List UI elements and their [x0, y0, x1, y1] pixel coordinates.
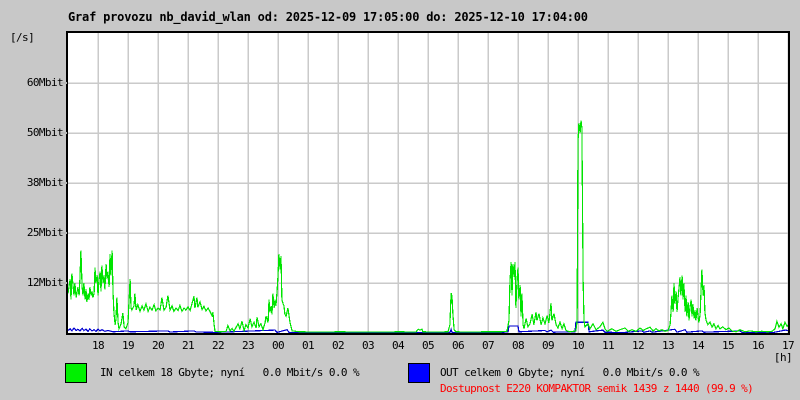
- plot-area: [66, 31, 790, 335]
- x-axis-tick-label: 21: [181, 339, 195, 352]
- x-axis-tick-label: 11: [601, 339, 615, 352]
- x-axis-tick-label: 12: [631, 339, 645, 352]
- y-axis-tick-label: 60Mbit: [26, 76, 64, 89]
- x-axis-tick-label: 13: [661, 339, 675, 352]
- y-axis-tick: [61, 282, 67, 284]
- out-legend-label: OUT celkem 0 Gbyte; nyní 0.0 Mbit/s 0.0 …: [440, 366, 700, 379]
- x-axis-tick-label: 04: [391, 339, 405, 352]
- y-axis-unit-label: [/s]: [10, 31, 35, 44]
- y-axis-tick: [61, 132, 67, 134]
- x-axis-tick-label: 20: [151, 339, 165, 352]
- y-axis-tick-label: 38Mbit: [26, 176, 64, 189]
- x-axis-tick-label: 22: [211, 339, 225, 352]
- out-legend-swatch: [408, 363, 430, 383]
- x-axis-tick-label: 19: [121, 339, 135, 352]
- x-axis-tick-label: 07: [481, 339, 495, 352]
- y-axis-tick-label: 25Mbit: [26, 226, 64, 239]
- x-axis-tick-label: 05: [421, 339, 435, 352]
- y-axis-tick: [61, 182, 67, 184]
- x-axis-tick-label: 08: [511, 339, 525, 352]
- x-axis-tick-label: 00: [271, 339, 285, 352]
- graph-title: Graf provozu nb_david_wlan od: 2025-12-0…: [68, 10, 588, 24]
- x-axis-tick-label: 23: [241, 339, 255, 352]
- x-axis-tick-label: 01: [301, 339, 315, 352]
- y-axis-tick-label: 12Mbit: [26, 276, 64, 289]
- availability-status: Dostupnost E220 KOMPAKTOR semik 1439 z 1…: [440, 382, 754, 395]
- x-axis-tick-label: 09: [541, 339, 555, 352]
- in-legend-swatch: [65, 363, 87, 383]
- x-axis-tick-label: 02: [331, 339, 345, 352]
- x-axis-tick-label: 06: [451, 339, 465, 352]
- x-axis-tick-label: 18: [91, 339, 105, 352]
- x-axis-tick-label: 10: [571, 339, 585, 352]
- y-axis-tick-label: 50Mbit: [26, 126, 64, 139]
- traffic-graph-page: { "title": "Graf provozu nb_david_wlan o…: [0, 0, 800, 400]
- y-axis-tick: [61, 232, 67, 234]
- x-axis-unit-label: [h]: [773, 351, 793, 364]
- x-axis-tick-label: 15: [721, 339, 735, 352]
- in-legend-label: IN celkem 18 Gbyte; nyní 0.0 Mbit/s 0.0 …: [100, 366, 360, 379]
- x-axis-tick-label: 03: [361, 339, 375, 352]
- y-axis-tick: [61, 82, 67, 84]
- traffic-chart: [68, 33, 788, 333]
- x-axis-tick-label: 14: [691, 339, 705, 352]
